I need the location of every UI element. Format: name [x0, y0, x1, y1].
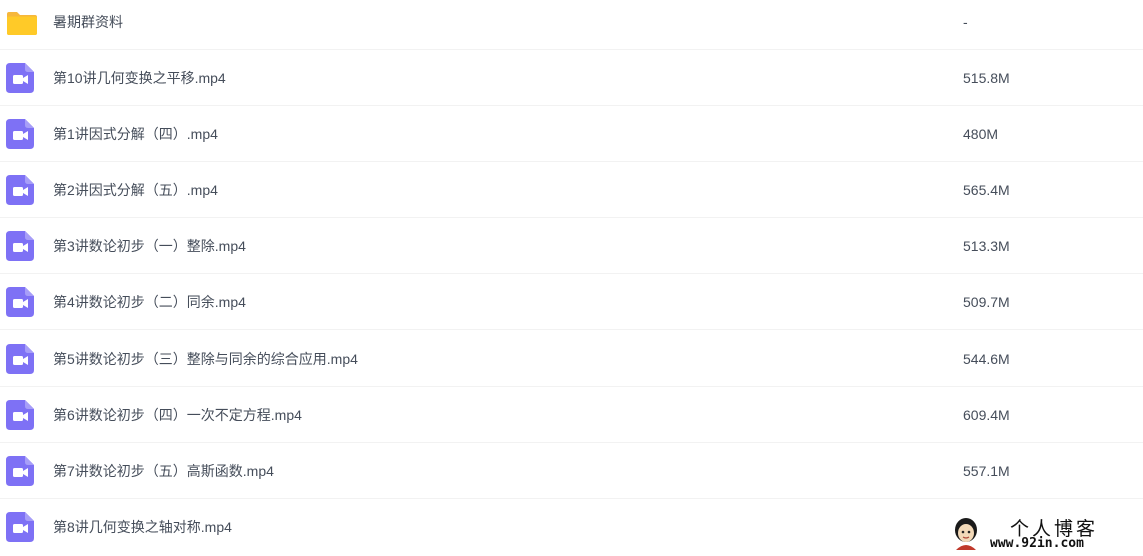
file-size: 544.6M — [963, 351, 1010, 367]
list-item-folder[interactable]: 暑期群资料 - — [0, 0, 1143, 50]
file-list: 暑期群资料 - 第10讲几何变换之平移.mp4 515.8M 第1讲因式分解（四… — [0, 0, 1143, 556]
file-size: 509.7M — [963, 294, 1010, 310]
avatar-icon — [952, 516, 980, 550]
video-file-icon — [6, 400, 36, 430]
file-size: 515.8M — [963, 70, 1010, 86]
file-size: 609.4M — [963, 407, 1010, 423]
video-file-icon — [6, 512, 36, 542]
file-name[interactable]: 第1讲因式分解（四）.mp4 — [53, 106, 218, 162]
list-item-video[interactable]: 第4讲数论初步（二）同余.mp4 509.7M — [0, 274, 1143, 330]
file-name[interactable]: 第7讲数论初步（五）高斯函数.mp4 — [53, 443, 274, 499]
file-size: 513.3M — [963, 238, 1010, 254]
file-name[interactable]: 第6讲数论初步（四）一次不定方程.mp4 — [53, 387, 302, 443]
watermark: 个人博客 www.92in.com — [950, 514, 1140, 554]
file-name[interactable]: 第8讲几何变换之轴对称.mp4 — [53, 499, 232, 555]
file-size: 480M — [963, 126, 999, 142]
list-item-video[interactable]: 第5讲数论初步（三）整除与同余的综合应用.mp4 544.6M — [0, 331, 1143, 387]
file-name[interactable]: 第3讲数论初步（一）整除.mp4 — [53, 218, 246, 274]
list-item-video[interactable]: 第1讲因式分解（四）.mp4 480M — [0, 106, 1143, 162]
list-item-video[interactable]: 第10讲几何变换之平移.mp4 515.8M — [0, 50, 1143, 106]
file-size: 557.1M — [963, 463, 1010, 479]
video-file-icon — [6, 231, 36, 261]
video-file-icon — [6, 456, 36, 486]
file-size: - — [963, 14, 968, 30]
video-file-icon — [6, 175, 36, 205]
list-item-video[interactable]: 第6讲数论初步（四）一次不定方程.mp4 609.4M — [0, 387, 1143, 443]
file-name[interactable]: 暑期群资料 — [53, 0, 123, 50]
list-item-video[interactable]: 第2讲因式分解（五）.mp4 565.4M — [0, 162, 1143, 218]
file-name[interactable]: 第4讲数论初步（二）同余.mp4 — [53, 274, 246, 330]
list-item-video[interactable]: 第3讲数论初步（一）整除.mp4 513.3M — [0, 218, 1143, 274]
file-name[interactable]: 第10讲几何变换之平移.mp4 — [53, 50, 226, 106]
video-file-icon — [6, 63, 36, 93]
file-name[interactable]: 第5讲数论初步（三）整除与同余的综合应用.mp4 — [53, 331, 358, 387]
file-size: 565.4M — [963, 182, 1010, 198]
watermark-url: www.92in.com — [990, 536, 1084, 551]
video-file-icon — [6, 287, 36, 317]
file-name[interactable]: 第2讲因式分解（五）.mp4 — [53, 162, 218, 218]
list-item-video[interactable]: 第7讲数论初步（五）高斯函数.mp4 557.1M — [0, 443, 1143, 499]
video-file-icon — [6, 344, 36, 374]
folder-icon — [6, 7, 37, 37]
video-file-icon — [6, 119, 36, 149]
